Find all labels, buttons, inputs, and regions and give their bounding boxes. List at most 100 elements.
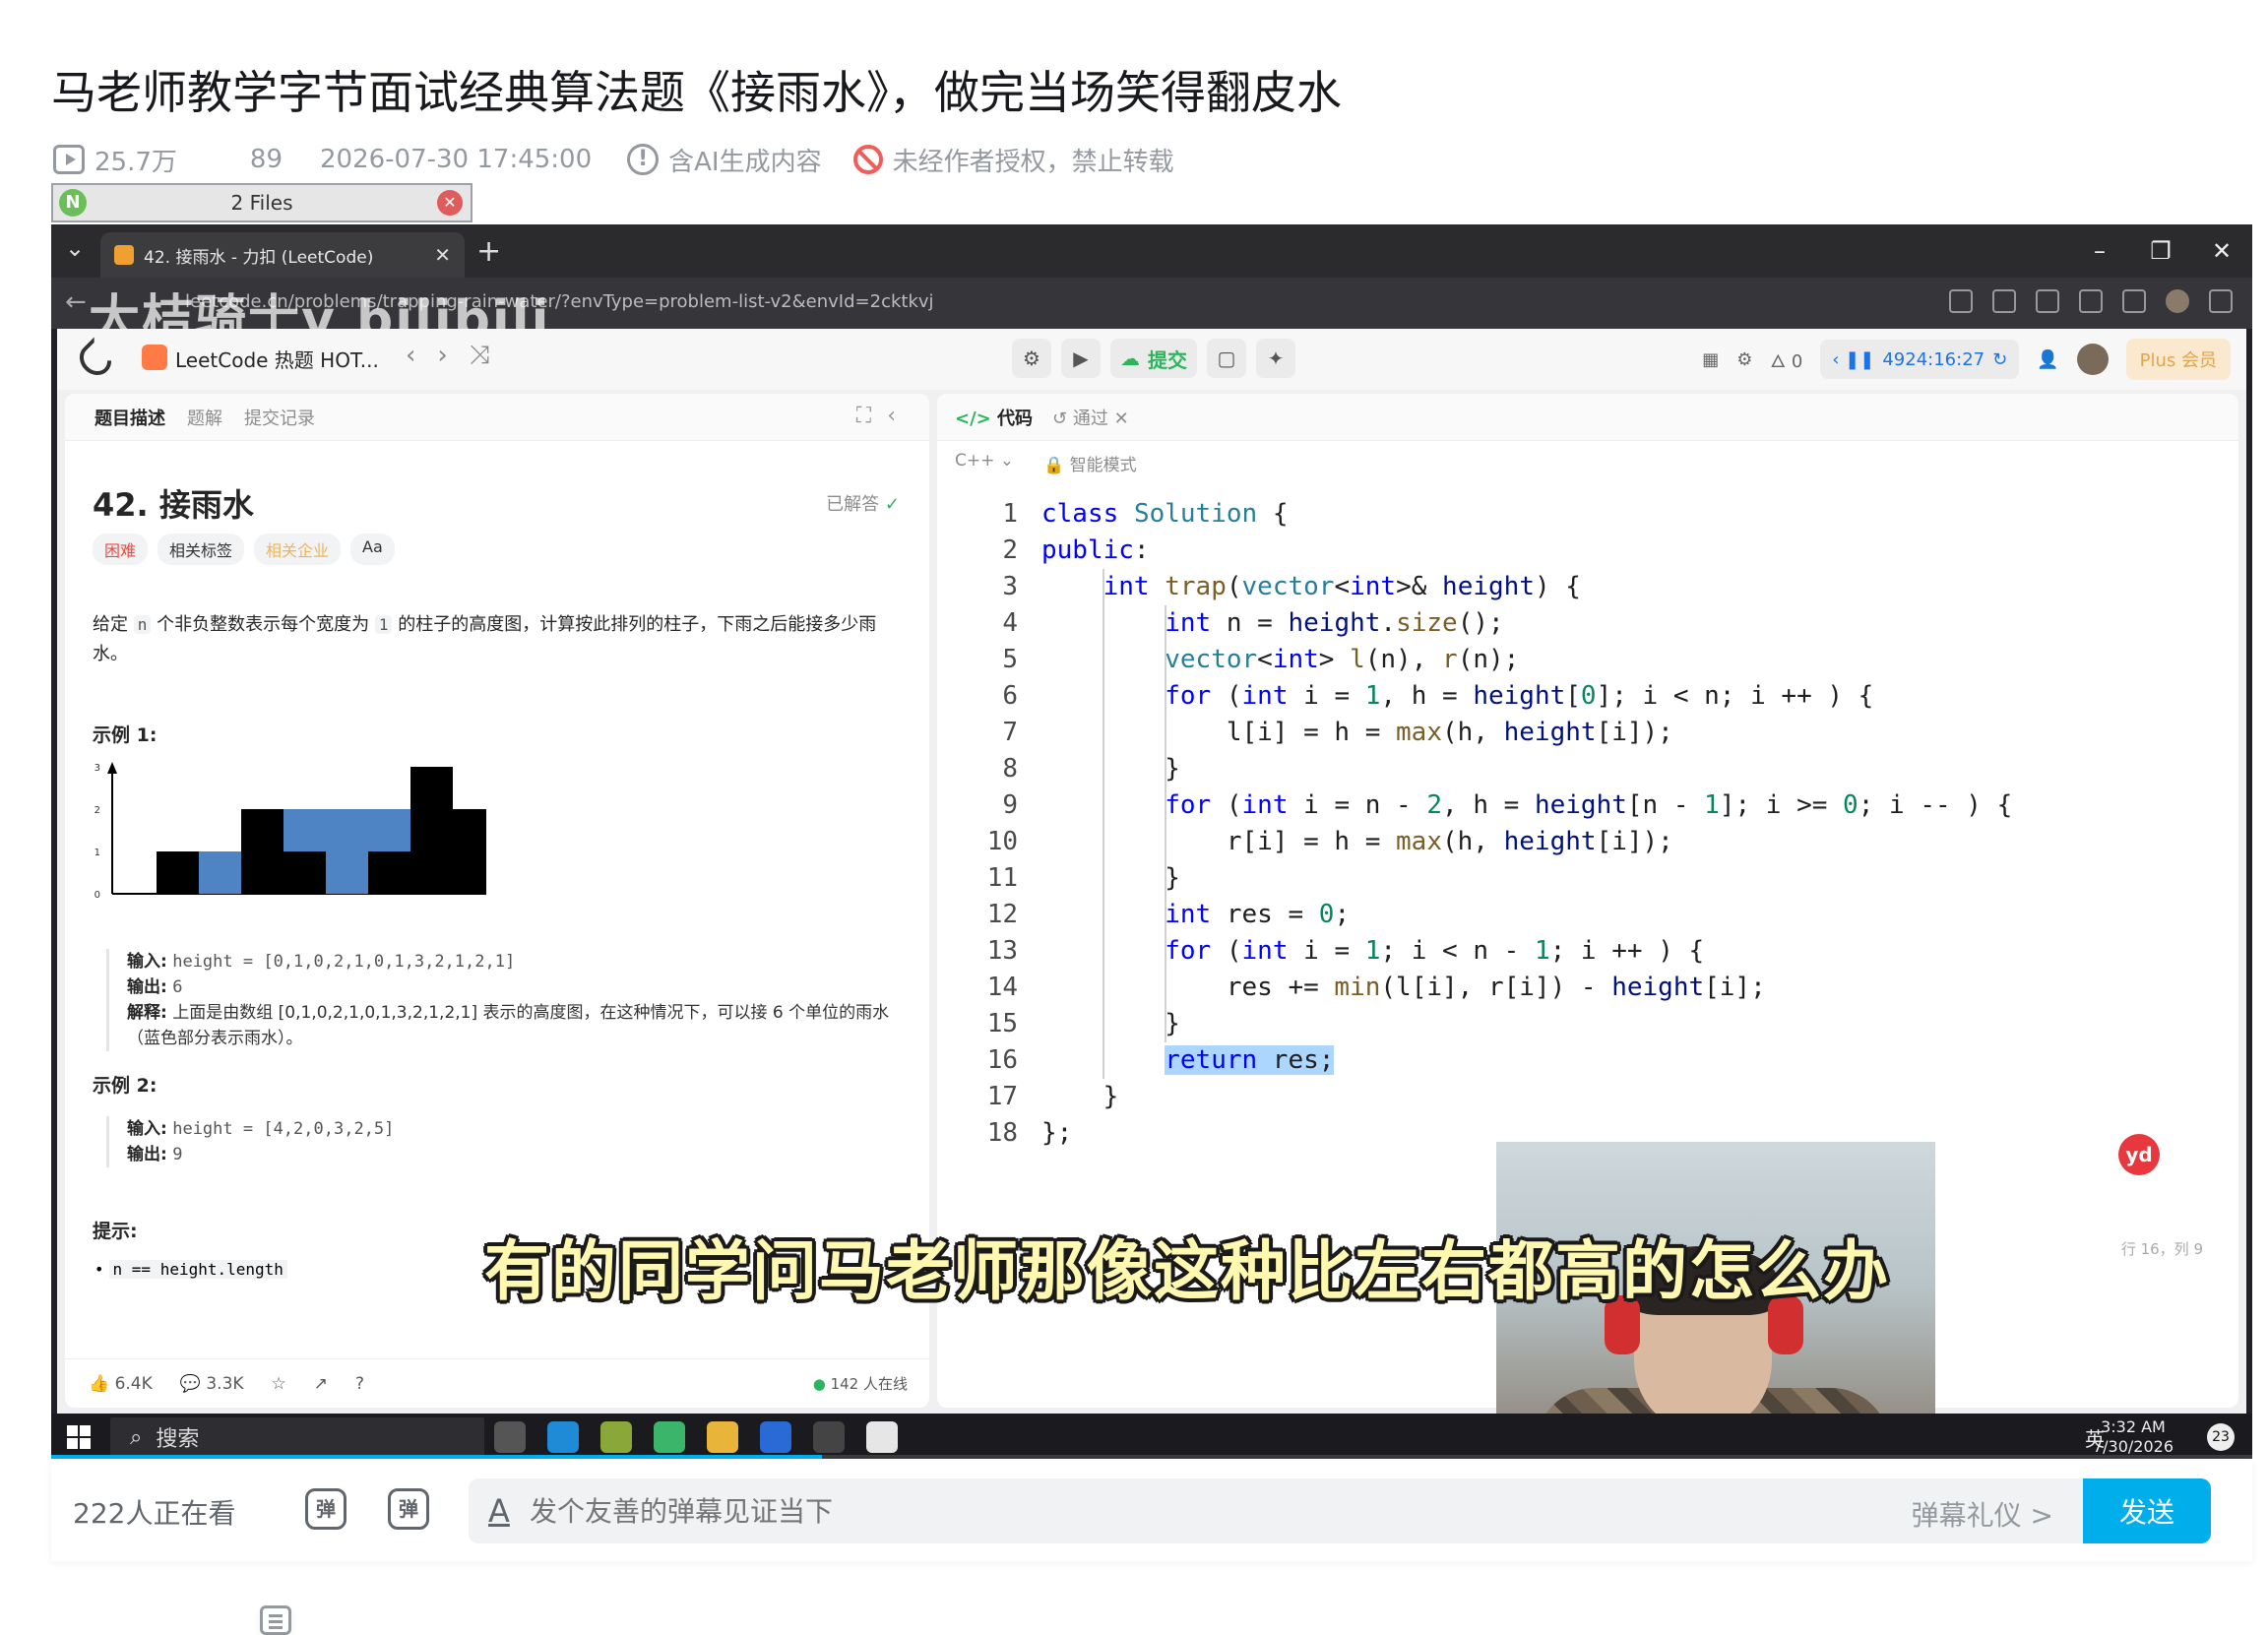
- share-icon[interactable]: ↗: [314, 1374, 328, 1394]
- files-bar[interactable]: N 2 Files ✕: [51, 183, 472, 222]
- close-icon[interactable]: ✕: [437, 190, 463, 216]
- related-tags-button[interactable]: 相关标签: [158, 534, 245, 565]
- danmaku-etiquette-link[interactable]: 弹幕礼仪 >: [1912, 1494, 2053, 1534]
- danmaku-input[interactable]: [528, 1478, 1906, 1543]
- app-icon[interactable]: [600, 1421, 632, 1453]
- leetcode-logo-icon[interactable]: [73, 337, 118, 382]
- code-line[interactable]: 13 for (int i = 1; i < n - 1; i ++ ) {: [937, 933, 2227, 970]
- code-line[interactable]: 8 }: [937, 751, 2227, 787]
- favorites-icon[interactable]: [2122, 289, 2146, 313]
- code-icon: </>: [955, 408, 991, 429]
- font-size-button[interactable]: Aa: [350, 534, 395, 565]
- plus-member-button[interactable]: Plus 会员: [2125, 339, 2231, 380]
- code-line[interactable]: 11 }: [937, 860, 2227, 897]
- code-token: (: [1226, 572, 1242, 601]
- like-button[interactable]: 👍 6.4K: [89, 1374, 153, 1394]
- font-style-icon[interactable]: A: [488, 1492, 510, 1530]
- edge-icon[interactable]: [547, 1421, 579, 1453]
- settings-icon[interactable]: ⚙: [1736, 349, 1752, 370]
- close-icon[interactable]: ✕: [2191, 224, 2252, 278]
- refresh-icon[interactable]: [2079, 289, 2103, 313]
- back-arrow-icon[interactable]: ←: [65, 287, 87, 317]
- windows-start-icon[interactable]: [67, 1425, 91, 1449]
- code-editor[interactable]: 1 class Solution {2 public: 3 int trap(vect…: [937, 496, 2227, 1152]
- code-line[interactable]: 6 for (int i = 1, h = height[0]; i < n; …: [937, 678, 2227, 715]
- video-player[interactable]: ⌄ 42. 接雨水 - 力扣 (LeetCode) ✕ + – ❐ ✕ ← le…: [51, 224, 2252, 1459]
- browser-tab[interactable]: 42. 接雨水 - 力扣 (LeetCode) ✕: [100, 232, 465, 278]
- avatar[interactable]: [2076, 344, 2109, 375]
- code-line[interactable]: 16 return res;: [937, 1042, 2227, 1079]
- language-select[interactable]: C++ ⌄: [955, 451, 1014, 475]
- app-icon[interactable]: [813, 1421, 845, 1453]
- close-icon[interactable]: ✕: [434, 243, 451, 267]
- timer[interactable]: ‹ ❚❚ 4924:16:27 ↻: [1820, 340, 2020, 379]
- more-icon[interactable]: [2209, 289, 2233, 313]
- submit-button[interactable]: ☁ 提交: [1110, 339, 1197, 378]
- note-icon[interactable]: ▢: [1207, 339, 1246, 378]
- code-line[interactable]: 14 res += min(l[i], r[i]) - height[i];: [937, 970, 2227, 1006]
- minimize-icon[interactable]: –: [2069, 224, 2130, 278]
- chevron-down-icon[interactable]: ⌄: [65, 234, 85, 262]
- code-line[interactable]: 15 }: [937, 1006, 2227, 1042]
- y-tick-label: 3: [94, 763, 100, 774]
- code-line[interactable]: 3 int trap(vector<int>& height) {: [937, 569, 2227, 605]
- star-icon[interactable]: [1992, 289, 2016, 313]
- expand-icon[interactable]: ⛶‹: [856, 404, 912, 428]
- layout-icon[interactable]: ▦: [1702, 349, 1719, 370]
- reader-icon[interactable]: [1949, 289, 1973, 313]
- code-line[interactable]: 4 int n = height.size();: [937, 605, 2227, 642]
- line-number: 3: [1002, 572, 1018, 601]
- problem-list-title[interactable]: LeetCode 热题 HOT...: [175, 345, 379, 373]
- smart-mode-label: 智能模式: [1069, 456, 1137, 475]
- code-line[interactable]: 7 l[i] = h = max(h, height[i]);: [937, 715, 2227, 751]
- code-token: int: [1241, 790, 1289, 820]
- star-icon[interactable]: ☆: [272, 1374, 286, 1394]
- code-line[interactable]: 5 vector<int> l(n), r(n);: [937, 642, 2227, 678]
- related-companies-button[interactable]: 相关企业: [254, 534, 342, 565]
- danmaku-settings-icon[interactable]: 弹: [388, 1488, 429, 1530]
- taskbar-search[interactable]: ⌕ 搜索: [110, 1417, 484, 1457]
- code-line[interactable]: 10 r[i] = h = max(h, height[i]);: [937, 824, 2227, 860]
- code-line[interactable]: 12 int res = 0;: [937, 897, 2227, 933]
- avatar[interactable]: [2166, 289, 2189, 313]
- debug-icon[interactable]: ⚙: [1012, 339, 1051, 378]
- code-line[interactable]: 1 class Solution {: [937, 496, 2227, 533]
- code-line[interactable]: 2 public:: [937, 533, 2227, 569]
- tab-submissions[interactable]: 提交记录: [244, 405, 315, 430]
- video-progress-bar[interactable]: [51, 1455, 2252, 1459]
- problem-nav-arrows[interactable]: ‹›⤨: [406, 341, 512, 371]
- app-icon[interactable]: [654, 1421, 685, 1453]
- problem-title[interactable]: 42. 接雨水: [93, 480, 254, 526]
- ai-notice[interactable]: ! 含AI生成内容: [627, 142, 822, 178]
- y-axis-arrow: [107, 762, 117, 774]
- restore-icon[interactable]: ❐: [2130, 224, 2191, 278]
- tab-code[interactable]: </> 代码: [955, 405, 1033, 430]
- run-icon[interactable]: ▶: [1061, 339, 1101, 378]
- smart-mode-toggle[interactable]: 🔒 智能模式: [1043, 451, 1137, 475]
- code-token: height: [1611, 973, 1705, 1002]
- notification-badge[interactable]: 23: [2207, 1423, 2235, 1451]
- tab-solutions[interactable]: 题解: [187, 405, 222, 430]
- yd-icon[interactable]: yd: [2118, 1134, 2160, 1175]
- line-number: 14: [986, 973, 1018, 1002]
- taskbar-clock[interactable]: 3:32 AM 7/30/2026: [2093, 1417, 2174, 1457]
- help-icon[interactable]: ?: [355, 1374, 364, 1394]
- extension-icon[interactable]: [2036, 289, 2059, 313]
- close-icon[interactable]: ✕: [1114, 409, 1129, 429]
- streak[interactable]: 🜂 0: [1770, 342, 1802, 378]
- sparkle-icon[interactable]: ✦: [1256, 339, 1295, 378]
- app-icon[interactable]: [866, 1421, 898, 1453]
- example-2-heading: 示例 2:: [93, 1075, 158, 1097]
- comment-button[interactable]: 💬 3.3K: [180, 1374, 244, 1394]
- code-line[interactable]: 17 }: [937, 1079, 2227, 1115]
- tab-description[interactable]: 题目描述: [94, 405, 165, 430]
- file-explorer-icon[interactable]: [707, 1421, 738, 1453]
- new-tab-icon[interactable]: +: [476, 234, 501, 269]
- add-friend-icon[interactable]: 👤: [2037, 349, 2058, 370]
- tab-accepted[interactable]: ↺ 通过 ✕: [1052, 405, 1129, 430]
- app-icon[interactable]: [760, 1421, 791, 1453]
- task-view-icon[interactable]: [494, 1421, 526, 1453]
- code-line[interactable]: 9 for (int i = n - 2, h = height[n - 1];…: [937, 787, 2227, 824]
- send-button[interactable]: 发送: [2083, 1478, 2211, 1543]
- danmaku-toggle-icon[interactable]: 弹: [305, 1488, 346, 1530]
